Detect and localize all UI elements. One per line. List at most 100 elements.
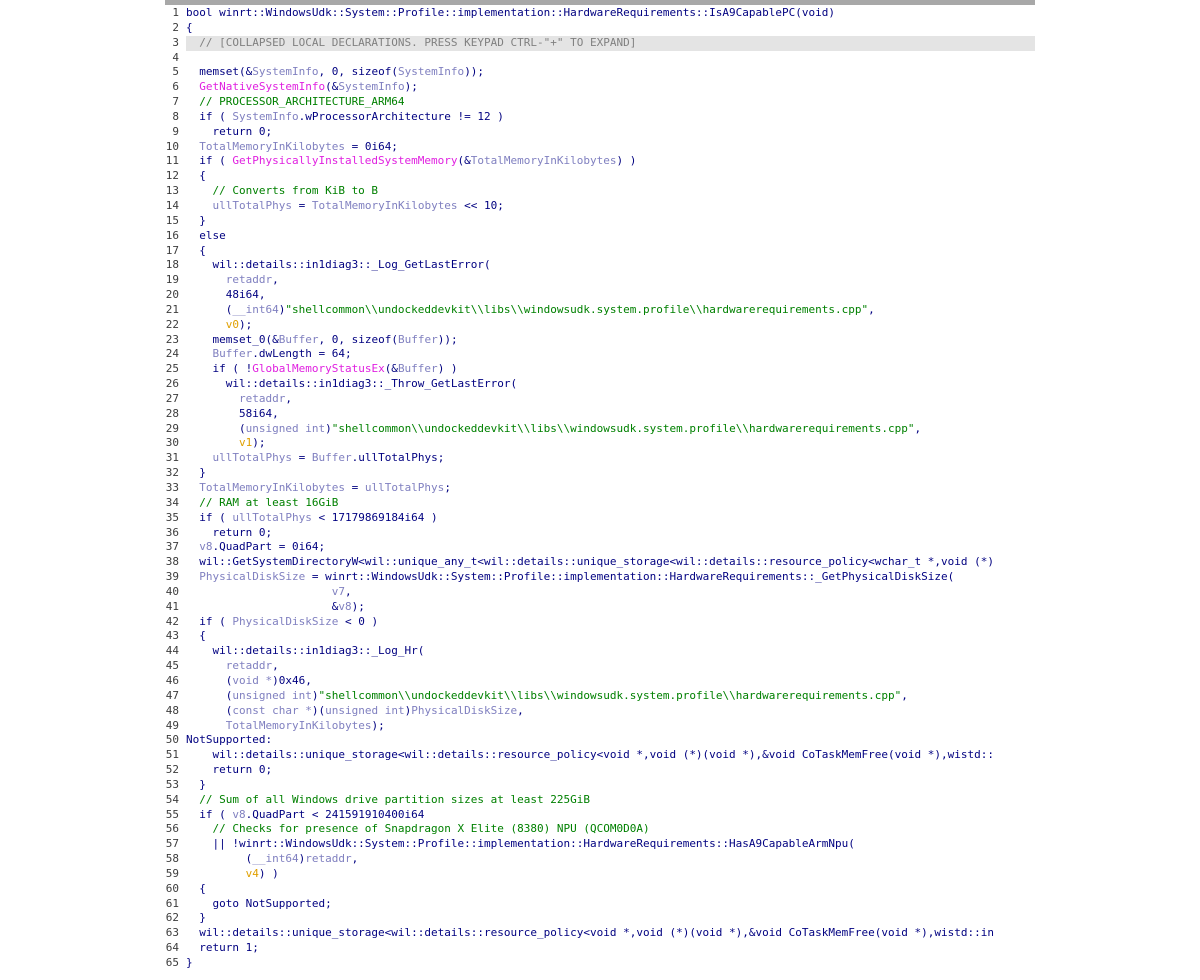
code-text[interactable]: { — [186, 244, 1035, 259]
code-text[interactable]: wil::details::unique_storage<wil::detail… — [186, 748, 1035, 763]
code-text[interactable]: TotalMemoryInKilobytes = ullTotalPhys; — [186, 481, 1035, 496]
code-line[interactable]: 35 if ( ullTotalPhys < 17179869184i64 ) — [165, 511, 1035, 526]
variable-token[interactable]: retaddr — [226, 659, 272, 672]
variable-token[interactable]: ullTotalPhys — [213, 451, 292, 464]
comment-token[interactable]: // Converts from KiB to B — [186, 184, 378, 197]
code-token[interactable]: , — [272, 273, 279, 286]
code-token[interactable]: ) ) — [438, 362, 458, 375]
code-text[interactable]: return 0; — [186, 125, 1035, 140]
register-variable-token[interactable]: v0 — [226, 318, 239, 331]
variable-token[interactable]: PhysicalDiskSize — [199, 570, 305, 583]
variable-token[interactable]: PhysicalDiskSize — [232, 615, 338, 628]
code-token[interactable]: .QuadPart = 0i64; — [213, 540, 326, 553]
import-function-token[interactable]: GlobalMemoryStatusEx — [252, 362, 384, 375]
code-token[interactable]: ); — [352, 600, 365, 613]
variable-token[interactable]: unsigned int — [246, 422, 325, 435]
code-token[interactable]: , — [345, 585, 352, 598]
code-token[interactable] — [186, 199, 213, 212]
code-line[interactable]: 36 return 0; — [165, 526, 1035, 541]
import-function-token[interactable]: GetNativeSystemInfo — [199, 80, 325, 93]
code-text[interactable]: // Sum of all Windows drive partition si… — [186, 793, 1035, 808]
variable-token[interactable]: TotalMemoryInKilobytes — [471, 154, 617, 167]
variable-token[interactable]: Buffer — [398, 333, 438, 346]
variable-token[interactable]: Buffer — [398, 362, 438, 375]
comment-token[interactable]: // RAM at least 16GiB — [186, 496, 338, 509]
code-text[interactable]: } — [186, 956, 1035, 971]
code-token[interactable]: .ullTotalPhys; — [352, 451, 445, 464]
code-line[interactable]: 57 || !winrt::WindowsUdk::System::Profil… — [165, 837, 1035, 852]
code-token[interactable]: (& — [325, 80, 338, 93]
code-text[interactable]: GetNativeSystemInfo(&SystemInfo); — [186, 80, 1035, 95]
variable-token[interactable]: unsigned int — [232, 689, 311, 702]
code-line[interactable]: 60 { — [165, 882, 1035, 897]
code-line[interactable]: 53 } — [165, 778, 1035, 793]
code-text[interactable]: || !winrt::WindowsUdk::System::Profile::… — [186, 837, 1035, 852]
code-token[interactable] — [186, 540, 199, 553]
code-text[interactable]: if ( ullTotalPhys < 17179869184i64 ) — [186, 511, 1035, 526]
code-text[interactable]: NotSupported: — [186, 733, 1035, 748]
code-token[interactable]: 58i64, — [186, 407, 279, 420]
code-token[interactable] — [186, 392, 239, 405]
variable-token[interactable]: ullTotalPhys — [365, 481, 444, 494]
code-token[interactable] — [186, 570, 199, 583]
code-line[interactable]: 40 v7, — [165, 585, 1035, 600]
code-text[interactable]: { — [186, 169, 1035, 184]
code-token[interactable]: { — [186, 882, 206, 895]
code-line[interactable]: 9 return 0; — [165, 125, 1035, 140]
variable-token[interactable]: v8 — [232, 808, 245, 821]
code-token[interactable]: bool winrt::WindowsUdk::System::Profile:… — [186, 6, 835, 19]
import-function-token[interactable]: GetPhysicallyInstalledSystemMemory — [232, 154, 457, 167]
code-token[interactable]: ( — [186, 674, 233, 687]
variable-token[interactable]: v7 — [332, 585, 345, 598]
code-token[interactable]: memset_0(& — [186, 333, 278, 346]
code-text[interactable]: (const char *)(unsigned int)PhysicalDisk… — [186, 704, 1035, 719]
string-literal-token[interactable]: "shellcommon\\undockeddevkit\\libs\\wind… — [285, 303, 868, 316]
code-text[interactable]: memset(&SystemInfo, 0, sizeof(SystemInfo… — [186, 65, 1035, 80]
code-text[interactable]: (__int64)"shellcommon\\undockeddevkit\\l… — [186, 303, 1035, 318]
code-text[interactable]: v1); — [186, 436, 1035, 451]
variable-token[interactable]: SystemInfo — [232, 110, 298, 123]
code-text[interactable]: ullTotalPhys = Buffer.ullTotalPhys; — [186, 451, 1035, 466]
code-line[interactable]: 46 (void *)0x46, — [165, 674, 1035, 689]
code-token[interactable]: return 0; — [186, 526, 272, 539]
variable-token[interactable]: Buffer — [279, 333, 319, 346]
code-token[interactable]: , — [901, 689, 908, 702]
code-token[interactable] — [186, 659, 226, 672]
code-token[interactable]: wil::details::unique_storage<wil::detail… — [186, 926, 994, 939]
code-line[interactable]: 42 if ( PhysicalDiskSize < 0 ) — [165, 615, 1035, 630]
code-token[interactable] — [186, 80, 199, 93]
code-line[interactable]: 31 ullTotalPhys = Buffer.ullTotalPhys; — [165, 451, 1035, 466]
collapsed-text[interactable]: // [COLLAPSED LOCAL DECLARATIONS. PRESS … — [186, 36, 636, 49]
code-text[interactable]: // RAM at least 16GiB — [186, 496, 1035, 511]
code-text[interactable]: (void *)0x46, — [186, 674, 1035, 689]
code-line[interactable]: 59 v4) ) — [165, 867, 1035, 882]
code-token[interactable]: ); — [252, 436, 265, 449]
code-token[interactable]: } — [186, 466, 206, 479]
code-token[interactable] — [186, 867, 246, 880]
code-line[interactable]: 22 v0); — [165, 318, 1035, 333]
code-token[interactable]: return 1; — [186, 941, 259, 954]
code-text[interactable]: } — [186, 466, 1035, 481]
code-token[interactable]: if ( — [186, 808, 232, 821]
code-token[interactable]: { — [186, 629, 206, 642]
code-token[interactable]: } — [186, 778, 206, 791]
code-token[interactable]: (& — [458, 154, 471, 167]
variable-token[interactable]: Buffer — [312, 451, 352, 464]
code-text[interactable]: wil::details::in1diag3::_Log_GetLastErro… — [186, 258, 1035, 273]
code-token[interactable]: ); — [371, 719, 384, 732]
code-token[interactable]: , — [352, 852, 359, 865]
code-token[interactable]: , — [915, 422, 922, 435]
variable-token[interactable]: retaddr — [226, 273, 272, 286]
code-text[interactable]: // [COLLAPSED LOCAL DECLARATIONS. PRESS … — [186, 35, 1035, 51]
code-line[interactable]: 29 (unsigned int)"shellcommon\\undockedd… — [165, 422, 1035, 437]
pseudocode-view[interactable]: 1 bool winrt::WindowsUdk::System::Profile… — [165, 0, 1035, 980]
code-token[interactable]: { — [186, 21, 193, 34]
code-token[interactable]: if ( — [186, 110, 232, 123]
code-token[interactable]: = — [345, 481, 365, 494]
code-line[interactable]: 65} — [165, 956, 1035, 971]
code-line[interactable]: 51 wil::details::unique_storage<wil::det… — [165, 748, 1035, 763]
code-token[interactable] — [186, 585, 332, 598]
code-line[interactable]: 38 wil::GetSystemDirectoryW<wil::unique_… — [165, 555, 1035, 570]
code-token[interactable]: wil::details::in1diag3::_Throw_GetLastEr… — [186, 377, 517, 390]
code-line[interactable]: 54 // Sum of all Windows drive partition… — [165, 793, 1035, 808]
